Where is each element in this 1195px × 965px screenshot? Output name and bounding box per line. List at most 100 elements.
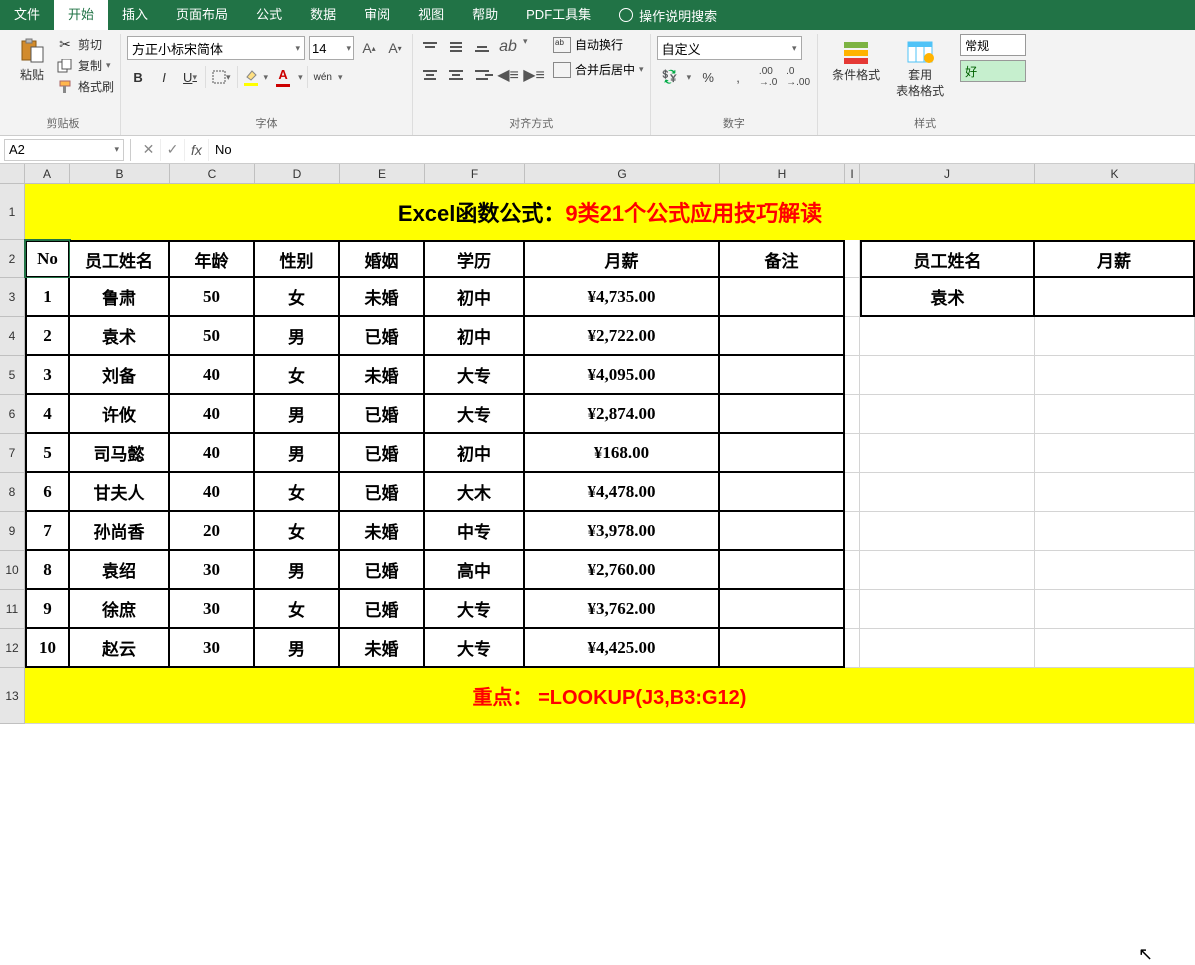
fill-color-button[interactable] <box>237 66 260 88</box>
data-cell[interactable]: 初中 <box>425 278 525 317</box>
cell[interactable] <box>860 629 1035 668</box>
row-header[interactable]: 9 <box>0 512 25 551</box>
style-good[interactable]: 好 <box>960 60 1026 82</box>
col-header[interactable]: G <box>525 164 720 183</box>
col-header[interactable]: A <box>25 164 70 183</box>
cell[interactable] <box>845 512 860 551</box>
col-header[interactable]: C <box>170 164 255 183</box>
header-cell[interactable]: 月薪 <box>525 240 720 278</box>
col-header[interactable]: H <box>720 164 845 183</box>
insert-function-button[interactable]: fx <box>185 139 209 161</box>
pinyin-button[interactable]: wén <box>307 66 334 88</box>
align-top-button[interactable] <box>419 36 441 58</box>
data-cell[interactable]: ¥168.00 <box>525 434 720 473</box>
italic-button[interactable]: I <box>153 66 175 88</box>
copy-button[interactable]: 复制▾ <box>56 57 114 74</box>
data-cell[interactable]: 40 <box>170 434 255 473</box>
increase-decimal-button[interactable]: .00→.0 <box>755 66 781 88</box>
cell[interactable] <box>860 551 1035 590</box>
tab-file[interactable]: 文件 <box>0 0 54 30</box>
table-format-button[interactable]: 套用 表格格式 <box>888 34 952 101</box>
data-cell[interactable] <box>720 356 845 395</box>
font-color-button[interactable]: A <box>272 66 294 88</box>
data-cell[interactable]: 3 <box>25 356 70 395</box>
cell[interactable] <box>845 278 860 317</box>
data-cell[interactable]: 男 <box>255 434 340 473</box>
cell[interactable] <box>845 434 860 473</box>
cell[interactable] <box>860 317 1035 356</box>
data-cell[interactable]: 40 <box>170 395 255 434</box>
font-name-select[interactable]: 方正小标宋简体▾ <box>127 36 305 60</box>
data-cell[interactable]: 刘备 <box>70 356 170 395</box>
increase-font-button[interactable]: A▴ <box>358 36 380 60</box>
underline-button[interactable]: U ▾ <box>179 66 201 88</box>
chevron-down-icon[interactable]: ▾ <box>338 72 343 83</box>
header-cell[interactable]: 婚姻 <box>340 240 425 278</box>
cell[interactable] <box>860 356 1035 395</box>
header-cell[interactable]: 员工姓名 <box>860 240 1035 278</box>
row-header[interactable]: 7 <box>0 434 25 473</box>
name-box[interactable]: A2▾ <box>4 139 124 161</box>
header-cell[interactable]: No <box>25 240 70 278</box>
data-cell[interactable]: 高中 <box>425 551 525 590</box>
row-header[interactable]: 12 <box>0 629 25 668</box>
comma-button[interactable]: , <box>725 66 751 88</box>
cell[interactable] <box>1035 551 1195 590</box>
cell[interactable] <box>845 473 860 512</box>
col-header[interactable]: D <box>255 164 340 183</box>
data-cell[interactable]: ¥4,095.00 <box>525 356 720 395</box>
chevron-down-icon[interactable]: ▾ <box>298 72 303 83</box>
decrease-font-button[interactable]: A▾ <box>384 36 406 60</box>
data-cell[interactable]: 已婚 <box>340 395 425 434</box>
cell[interactable] <box>860 512 1035 551</box>
data-cell[interactable]: 5 <box>25 434 70 473</box>
data-cell[interactable]: ¥2,760.00 <box>525 551 720 590</box>
data-cell[interactable]: 女 <box>255 512 340 551</box>
data-cell[interactable]: ¥2,874.00 <box>525 395 720 434</box>
data-cell[interactable]: 鲁肃 <box>70 278 170 317</box>
data-cell[interactable]: 男 <box>255 551 340 590</box>
data-cell[interactable]: 女 <box>255 278 340 317</box>
data-cell[interactable] <box>720 551 845 590</box>
data-cell[interactable]: 初中 <box>425 317 525 356</box>
col-header[interactable]: K <box>1035 164 1195 183</box>
data-cell[interactable]: 赵云 <box>70 629 170 668</box>
cell[interactable] <box>860 473 1035 512</box>
data-cell[interactable]: 袁绍 <box>70 551 170 590</box>
confirm-formula-button[interactable]: ✓ <box>161 139 185 161</box>
align-bottom-button[interactable] <box>471 36 493 58</box>
col-header[interactable]: F <box>425 164 525 183</box>
data-cell[interactable]: 已婚 <box>340 434 425 473</box>
tab-pdf[interactable]: PDF工具集 <box>512 0 605 30</box>
data-cell[interactable] <box>1035 278 1195 317</box>
title-cell[interactable]: Excel函数公式：9类21个公式应用技巧解读 <box>25 184 1195 240</box>
data-cell[interactable]: 女 <box>255 473 340 512</box>
chevron-down-icon[interactable]: ▾ <box>264 72 269 83</box>
tell-me-search[interactable]: 操作说明搜索 <box>619 6 717 25</box>
align-left-button[interactable] <box>419 64 441 86</box>
col-header[interactable]: B <box>70 164 170 183</box>
tab-layout[interactable]: 页面布局 <box>162 0 242 30</box>
data-cell[interactable]: 袁术 <box>860 278 1035 317</box>
footer-cell[interactable]: 重点： =LOOKUP(J3,B3:G12) <box>25 668 1195 724</box>
row-header[interactable]: 13 <box>0 668 25 724</box>
tab-help[interactable]: 帮助 <box>458 0 512 30</box>
data-cell[interactable]: 袁术 <box>70 317 170 356</box>
data-cell[interactable]: 男 <box>255 629 340 668</box>
row-header[interactable]: 8 <box>0 473 25 512</box>
data-cell[interactable]: 大专 <box>425 629 525 668</box>
row-header[interactable]: 1 <box>0 184 25 240</box>
header-cell[interactable]: 年龄 <box>170 240 255 278</box>
data-cell[interactable]: 7 <box>25 512 70 551</box>
row-header[interactable]: 10 <box>0 551 25 590</box>
style-normal[interactable]: 常规 <box>960 34 1026 56</box>
percent-button[interactable]: % <box>695 66 721 88</box>
data-cell[interactable]: 大专 <box>425 356 525 395</box>
row-header[interactable]: 6 <box>0 395 25 434</box>
data-cell[interactable]: 已婚 <box>340 590 425 629</box>
cell[interactable] <box>860 395 1035 434</box>
tab-insert[interactable]: 插入 <box>108 0 162 30</box>
data-cell[interactable]: 已婚 <box>340 473 425 512</box>
cell[interactable] <box>1035 317 1195 356</box>
data-cell[interactable]: 孙尚香 <box>70 512 170 551</box>
